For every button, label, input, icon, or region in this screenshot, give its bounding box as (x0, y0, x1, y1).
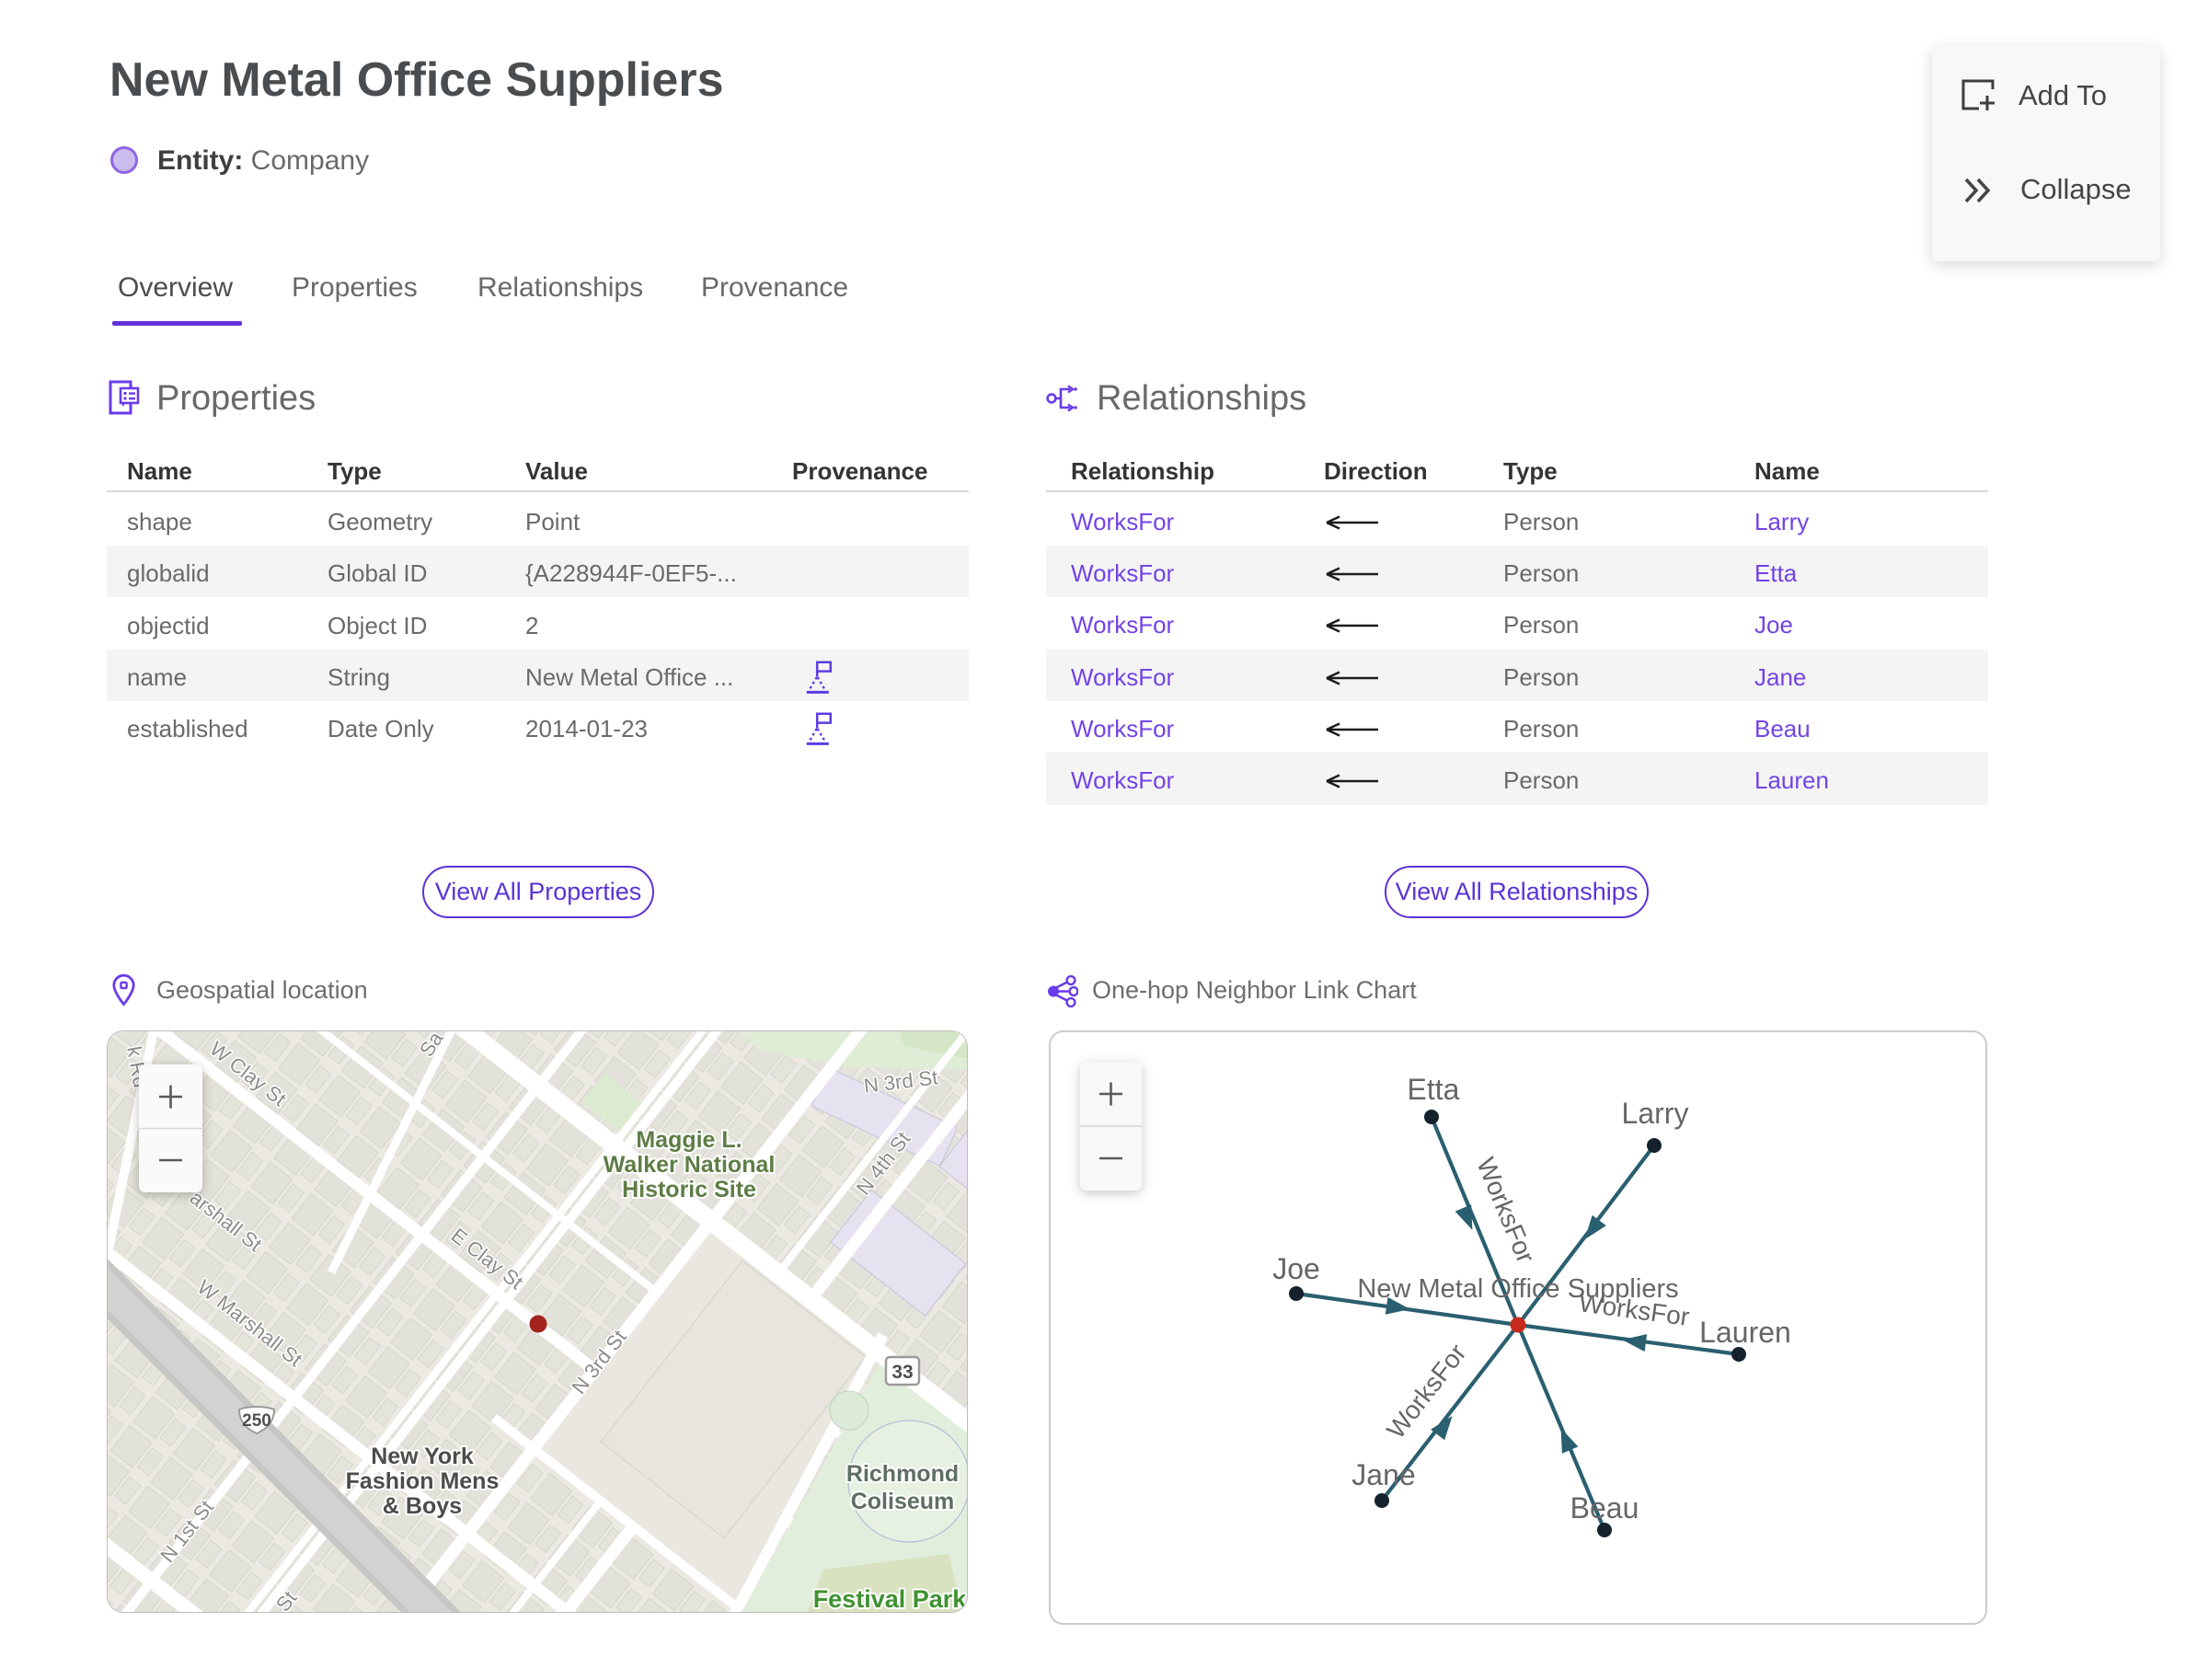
svg-text:250: 250 (242, 1411, 271, 1431)
svg-text:Festival Park: Festival Park (813, 1585, 968, 1613)
svg-text:Joe: Joe (1272, 1252, 1320, 1285)
svg-text:New York: New York (371, 1444, 474, 1469)
svg-text:Lauren: Lauren (1699, 1316, 1791, 1349)
svg-text:Fashion Mens: Fashion Mens (346, 1468, 500, 1494)
svg-text:Richmond: Richmond (846, 1461, 959, 1487)
svg-text:Jane: Jane (1351, 1458, 1415, 1491)
svg-text:33: 33 (891, 1362, 913, 1383)
svg-text:Historic Site: Historic Site (622, 1177, 756, 1202)
svg-text:Etta: Etta (1408, 1073, 1460, 1106)
svg-text:Beau: Beau (1570, 1491, 1639, 1525)
svg-text:Larry: Larry (1622, 1097, 1689, 1130)
svg-text:& Boys: & Boys (383, 1493, 462, 1519)
svg-text:Walker National: Walker National (604, 1152, 776, 1178)
svg-text:New Metal Office Suppliers: New Metal Office Suppliers (1357, 1274, 1678, 1304)
svg-text:Coliseum: Coliseum (851, 1489, 955, 1514)
svg-text:Maggie L.: Maggie L. (636, 1127, 742, 1153)
